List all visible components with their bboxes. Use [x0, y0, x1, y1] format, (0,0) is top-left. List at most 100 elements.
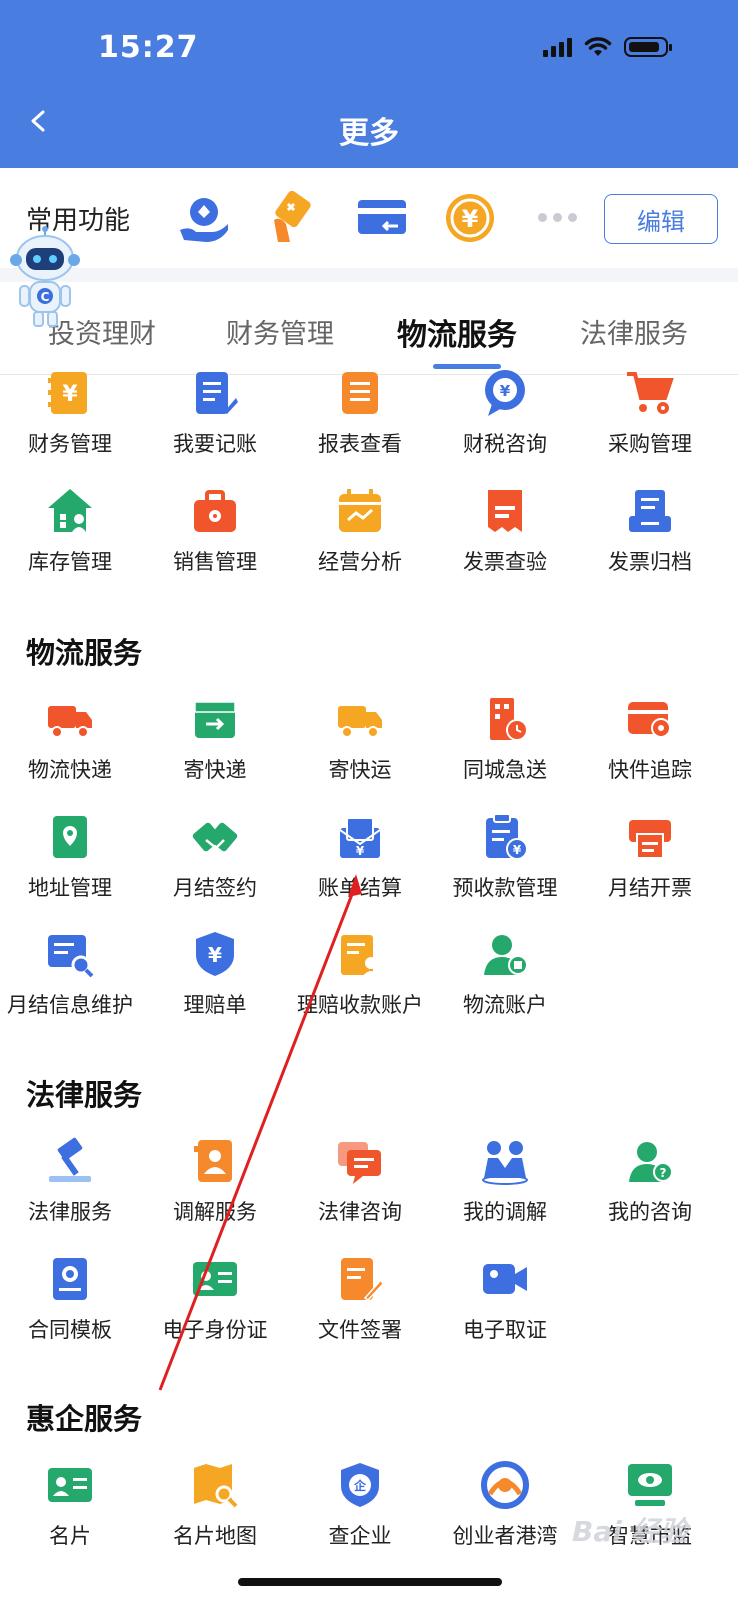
logistics-item-label: 快件追踪 — [608, 758, 692, 782]
finance-item-invoice-check[interactable]: 发票查验 — [431, 486, 579, 596]
handshake-icon — [192, 822, 238, 852]
bill-envelope-icon: ¥ — [339, 817, 381, 858]
enterprise-item-label: 查企业 — [328, 1524, 392, 1548]
finance-item-briefcase-gear[interactable]: 销售管理 — [141, 486, 289, 596]
card-transfer-icon[interactable] — [354, 190, 410, 246]
mediation-doc-icon — [194, 1140, 232, 1182]
finance-item-yuan-ledger[interactable]: ¥ 财务管理 — [0, 368, 144, 478]
logistics-item-fast-truck[interactable]: 寄快运 — [286, 694, 434, 804]
logistics-item-info-search[interactable]: 月结信息维护 — [0, 929, 144, 1039]
finance-item-warehouse[interactable]: 库存管理 — [0, 486, 144, 596]
tab-legal[interactable]: 法律服务 — [580, 312, 688, 351]
logistics-item-claim-account[interactable]: 理赔收款账户 — [286, 929, 434, 1039]
finance-item-label: 发票查验 — [463, 550, 547, 574]
truck-icon — [48, 706, 92, 738]
status-time: 15:27 — [98, 30, 199, 65]
legal-item-label: 电子身份证 — [162, 1318, 268, 1342]
logistics-item-truck[interactable]: 物流快递 — [0, 694, 144, 804]
fast-truck-icon — [338, 706, 382, 738]
invoice-archive-icon — [629, 490, 671, 532]
header-bar: 15:27 更多 — [0, 0, 738, 168]
section-title-enterprise: 惠企服务 — [26, 1402, 143, 1436]
yuan-coin-icon[interactable]: ¥ — [442, 190, 498, 246]
legal-item-label: 我的咨询 — [608, 1200, 692, 1224]
svg-text:¥: ¥ — [462, 205, 479, 233]
user-question-icon: ? — [629, 1142, 673, 1182]
cart-gear-icon — [627, 372, 674, 416]
legal-item-label: 法律咨询 — [318, 1200, 402, 1224]
finance-item-label: 销售管理 — [173, 550, 257, 574]
legal-item-label: 我的调解 — [463, 1200, 547, 1224]
cellular-signal-icon — [543, 37, 572, 57]
legal-item-label: 调解服务 — [173, 1200, 257, 1224]
finance-item-report[interactable]: 报表查看 — [286, 368, 434, 478]
legal-item-id-card[interactable]: 电子身份证 — [141, 1254, 289, 1364]
page-title: 更多 — [339, 116, 399, 151]
parcel-track-icon — [628, 702, 671, 738]
logistics-item-label: 月结签约 — [173, 876, 257, 900]
enterprise-item-shield-company[interactable]: 企查企业 — [286, 1460, 434, 1570]
legal-item-contract-badge[interactable]: 合同模板 — [0, 1254, 144, 1364]
logistics-item-printer-invoice[interactable]: 月结开票 — [576, 812, 724, 922]
hand-card-icon[interactable] — [264, 190, 320, 246]
finance-item-tax-chat[interactable]: ¥ 财税咨询 — [431, 368, 579, 478]
tab-logistics[interactable]: 物流服务 — [397, 310, 517, 354]
box-send-icon — [194, 701, 236, 738]
enterprise-item-harbor-logo[interactable]: 创业者港湾 — [431, 1460, 579, 1570]
legal-item-mediation-doc[interactable]: 调解服务 — [141, 1136, 289, 1246]
tab-finance[interactable]: 财务管理 — [226, 312, 334, 351]
section-title-legal: 法律服务 — [26, 1078, 143, 1112]
logistics-item-bill-envelope[interactable]: ¥ 账单结算 — [286, 812, 434, 922]
finance-item-invoice-archive[interactable]: 发票归档 — [576, 486, 724, 596]
svg-text:企: 企 — [353, 1478, 367, 1493]
legal-item-gavel[interactable]: 法律服务 — [0, 1136, 144, 1246]
logistics-item-label: 月结开票 — [608, 876, 692, 900]
building-clock-icon — [490, 698, 528, 741]
finance-item-calendar-chart[interactable]: 经营分析 — [286, 486, 434, 596]
edit-button[interactable]: 编辑 — [604, 194, 718, 244]
legal-item-people-meet[interactable]: 我的调解 — [431, 1136, 579, 1246]
calendar-chart-icon — [339, 489, 381, 532]
finance-item-cart-gear[interactable]: 采购管理 — [576, 368, 724, 478]
info-search-icon — [48, 935, 94, 978]
logistics-item-address-book[interactable]: 地址管理 — [0, 812, 144, 922]
legal-item-video-camera[interactable]: 电子取证 — [431, 1254, 579, 1364]
logistics-item-user-box[interactable]: 物流账户 — [431, 929, 579, 1039]
battery-icon — [624, 37, 672, 57]
enterprise-item-label: 名片地图 — [173, 1524, 257, 1548]
legal-item-chat-bubbles[interactable]: 法律咨询 — [286, 1136, 434, 1246]
hand-user-icon[interactable] — [176, 190, 232, 246]
robot-assistant-icon[interactable]: C — [8, 226, 82, 330]
svg-text:¥: ¥ — [208, 943, 222, 967]
svg-text:¥: ¥ — [513, 843, 522, 857]
enterprise-item-business-card[interactable]: 名片 — [0, 1460, 144, 1570]
monitor-eye-icon — [628, 1464, 672, 1506]
logistics-item-prepay-clipboard[interactable]: ¥ 预收款管理 — [431, 812, 579, 922]
logistics-item-parcel-track[interactable]: 快件追踪 — [576, 694, 724, 804]
enterprise-item-map-search[interactable]: 名片地图 — [141, 1460, 289, 1570]
legal-item-file-sign[interactable]: 文件签署 — [286, 1254, 434, 1364]
legal-item-user-question[interactable]: ? 我的咨询 — [576, 1136, 724, 1246]
chat-bubbles-icon — [338, 1142, 381, 1184]
finance-item-notebook-pen[interactable]: 我要记账 — [141, 368, 289, 478]
yuan-ledger-icon: ¥ — [48, 372, 87, 414]
finance-item-label: 经营分析 — [318, 550, 402, 574]
invoice-check-icon — [488, 490, 522, 532]
logistics-item-shield-yuan[interactable]: ¥ 理赔单 — [141, 929, 289, 1039]
wifi-icon — [584, 37, 612, 56]
logistics-item-label: 理赔单 — [183, 993, 247, 1017]
category-tabs: 投资理财 财务管理 物流服务 法律服务 — [0, 282, 738, 375]
logistics-item-handshake[interactable]: 月结签约 — [141, 812, 289, 922]
favorites-bar: 常用功能 ¥ 编辑 — [0, 168, 738, 268]
enterprise-item-label: 创业者港湾 — [452, 1524, 558, 1548]
logistics-item-label: 物流账户 — [463, 993, 547, 1017]
logistics-item-box-send[interactable]: 寄快递 — [141, 694, 289, 804]
home-indicator[interactable] — [238, 1578, 502, 1586]
logistics-item-building-clock[interactable]: 同城急送 — [431, 694, 579, 804]
logistics-item-label: 账单结算 — [318, 876, 402, 900]
logistics-item-label: 同城急送 — [463, 758, 547, 782]
map-search-icon — [194, 1464, 238, 1508]
address-book-icon — [53, 816, 87, 858]
contract-badge-icon — [53, 1258, 87, 1300]
section-divider — [0, 268, 738, 282]
